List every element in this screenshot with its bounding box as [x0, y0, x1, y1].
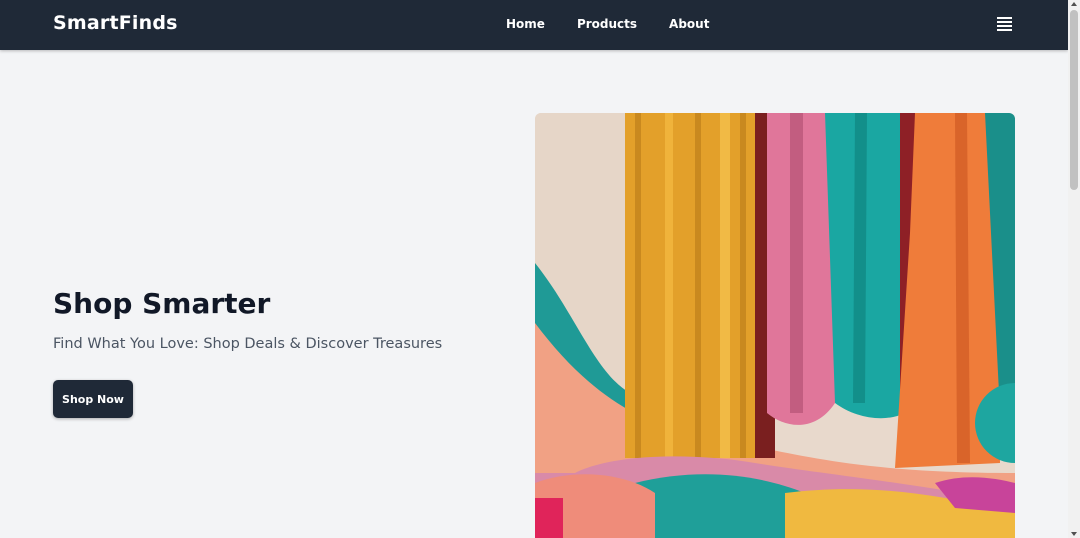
- nav-link-products[interactable]: Products: [577, 17, 637, 31]
- hamburger-menu-icon[interactable]: [997, 17, 1013, 31]
- hero-title: Shop Smarter: [53, 287, 271, 320]
- brand-logo[interactable]: SmartFinds: [53, 12, 178, 34]
- hero-subtitle: Find What You Love: Shop Deals & Discove…: [53, 336, 443, 352]
- page-scrollbar[interactable]: [1068, 0, 1080, 538]
- nav-link-home[interactable]: Home: [506, 17, 545, 31]
- shop-now-button[interactable]: Shop Now: [53, 380, 133, 418]
- top-navbar: SmartFinds Home Products About: [0, 0, 1068, 50]
- scroll-up-arrow-icon[interactable]: [1071, 2, 1077, 6]
- nav-link-about[interactable]: About: [669, 17, 709, 31]
- scroll-thumb[interactable]: [1070, 10, 1078, 190]
- nav-links: Home Products About: [506, 17, 709, 31]
- scroll-down-arrow-icon[interactable]: [1071, 532, 1077, 536]
- hero-image: [535, 113, 1015, 538]
